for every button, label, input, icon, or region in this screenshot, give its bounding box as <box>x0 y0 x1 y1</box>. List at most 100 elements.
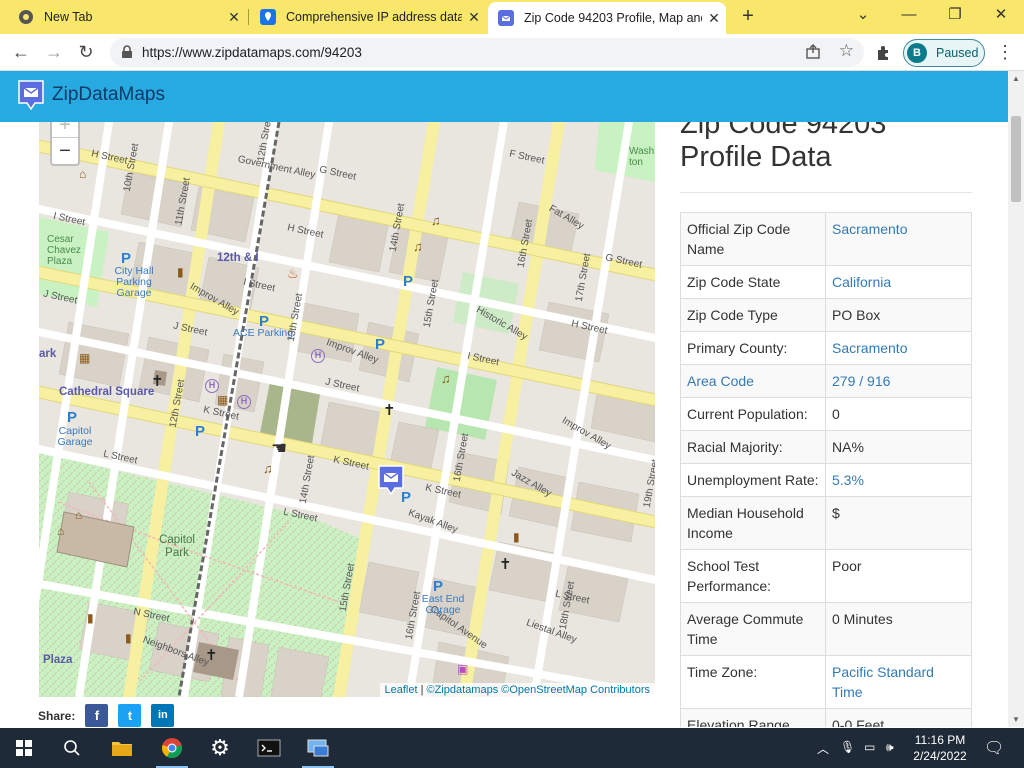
church-cross-icon: ✝ <box>383 402 396 419</box>
windows-start-icon[interactable] <box>0 728 48 768</box>
volume-icon[interactable]: 🕪 <box>886 740 894 755</box>
file-explorer-icon[interactable] <box>98 728 146 768</box>
minimize-icon[interactable]: — <box>886 0 932 34</box>
theatre-icon: ♫ <box>441 371 451 386</box>
zip-map[interactable]: Government Alley H Street H Street H Str… <box>39 122 655 697</box>
library-icon: ▮ <box>513 530 520 544</box>
cinema-icon: ▦ <box>217 393 229 407</box>
hotel-icon: H <box>205 379 219 393</box>
browser-tab-strip: New Tab ✕ Comprehensive IP address data,… <box>0 0 1024 34</box>
terminal-icon[interactable] <box>245 728 293 768</box>
profile-row-value: 0 Minutes <box>825 602 972 656</box>
microphone-icon[interactable]: 🎙 <box>840 740 855 754</box>
profile-row: Zip Code Type PO Box <box>680 298 972 332</box>
zipdatamaps-logo-icon[interactable] <box>17 78 45 110</box>
more-menu-icon[interactable]: ⋮ <box>996 42 1014 62</box>
scrollbar-thumb[interactable] <box>1011 116 1021 202</box>
close-tab-icon[interactable]: ✕ <box>222 9 246 26</box>
profile-row: Median Household Income $ <box>680 496 972 550</box>
address-bar[interactable]: https://www.zipdatamaps.com/94203 ☆ <box>110 38 864 67</box>
linkedin-share-button[interactable]: in <box>151 704 175 727</box>
reload-icon[interactable]: ↻ <box>73 40 99 66</box>
url-text[interactable]: https://www.zipdatamaps.com/94203 <box>142 45 362 60</box>
page-scrollbar[interactable]: ▲ ▼ <box>1008 71 1024 727</box>
scroll-down-arrow-icon[interactable]: ▼ <box>1012 715 1020 724</box>
close-window-icon[interactable]: ✕ <box>978 0 1024 34</box>
church-cross-icon: ✝ <box>499 556 512 573</box>
lock-icon[interactable] <box>120 45 134 59</box>
taskbar-clock[interactable]: 11:16 PM 2/24/2022 <box>900 732 980 764</box>
close-tab-icon[interactable]: ✕ <box>702 10 726 27</box>
tab-search-chevron-icon[interactable]: ⌄ <box>840 0 886 34</box>
profile-row-key[interactable]: Area Code <box>680 364 826 398</box>
profile-row-key: Racial Majority: <box>680 430 826 464</box>
settings-gear-icon[interactable]: ⚙ <box>196 728 244 768</box>
site-brand[interactable]: ZipDataMaps <box>52 84 165 106</box>
parking-label: East End Garage <box>421 593 465 616</box>
theatre-icon: ♫ <box>431 213 441 228</box>
church-cross-icon: ✝ <box>151 373 164 390</box>
profile-row-key: Elevation Range <box>680 708 826 727</box>
profile-row-key: Primary County: <box>680 331 826 365</box>
zoom-in-button[interactable]: + <box>52 122 78 138</box>
tab-zip-profile[interactable]: Zip Code 94203 Profile, Map and ✕ <box>488 2 726 34</box>
tab-separator <box>248 9 249 25</box>
profile-row: Zip Code State California <box>680 265 972 299</box>
parking-label: Capitol Garage <box>57 425 93 448</box>
hotel-icon: H <box>237 395 251 409</box>
profile-row-value[interactable]: 279 / 916 <box>825 364 972 398</box>
extensions-puzzle-icon[interactable] <box>874 43 894 63</box>
bookmark-star-icon[interactable]: ☆ <box>839 41 854 61</box>
profile-row-value[interactable]: 5.3% <box>825 463 972 497</box>
parking-icon: P <box>403 273 414 290</box>
profile-row-value[interactable]: Sacramento <box>825 331 972 365</box>
tab-new-tab[interactable]: New Tab ✕ <box>8 0 246 34</box>
profile-row-value[interactable]: Sacramento <box>825 212 972 266</box>
search-icon[interactable] <box>48 728 96 768</box>
zoom-out-button[interactable]: − <box>52 138 78 164</box>
restore-icon[interactable]: ❐ <box>932 0 978 34</box>
profile-row-value: 0-0 Feet <box>825 708 972 727</box>
fire-station-icon: ♨ <box>287 266 299 281</box>
profile-row-value[interactable]: California <box>825 265 972 299</box>
new-tab-button[interactable]: + <box>736 5 760 29</box>
notifications-icon[interactable]: 🗨 <box>984 738 1004 758</box>
tab-title: Comprehensive IP address data, IP <box>286 10 462 24</box>
share-page-icon[interactable] <box>804 43 822 61</box>
church-cross-icon: ✝ <box>205 647 218 664</box>
facebook-share-button[interactable]: f <box>85 704 109 727</box>
remote-desktop-icon[interactable] <box>294 728 342 768</box>
back-arrow-icon[interactable]: ← <box>8 40 34 66</box>
profile-row: Average Commute Time 0 Minutes <box>680 602 972 656</box>
attribution-separator: | <box>417 684 427 696</box>
parking-label: City Hall Parking Garage <box>114 265 154 299</box>
profile-row-value[interactable]: Pacific Standard Time <box>825 655 972 709</box>
tray-chevron-up-icon[interactable]: ︿ <box>817 740 829 757</box>
profile-status: Paused <box>936 46 979 60</box>
network-icon[interactable]: ▭ <box>864 740 875 754</box>
zoom-control: + − <box>50 122 80 166</box>
tab-ip-data[interactable]: Comprehensive IP address data, IP ✕ <box>250 0 486 34</box>
place-label: Plaza <box>43 654 73 666</box>
hand-cursor-icon: ☚ <box>271 438 288 458</box>
scroll-up-arrow-icon[interactable]: ▲ <box>1012 74 1020 83</box>
zip-location-marker-icon[interactable] <box>377 463 405 495</box>
chrome-taskbar-icon[interactable] <box>148 728 196 768</box>
profile-row: Primary County: Sacramento <box>680 331 972 365</box>
theatre-icon: ♫ <box>263 461 273 476</box>
twitter-share-button[interactable]: t <box>118 704 142 727</box>
leaflet-link[interactable]: Leaflet <box>385 684 418 696</box>
profile-data-table: Official Zip Code Name Sacramento Zip Code… <box>680 212 972 727</box>
parking-icon: P <box>259 313 270 330</box>
attribution-links[interactable]: ©Zipdatamaps ©OpenStreetMap Contributors <box>427 684 650 696</box>
forward-arrow-icon[interactable]: → <box>41 40 67 66</box>
parking-icon: P <box>67 409 78 426</box>
location-pin-icon <box>260 9 276 25</box>
share-row: Share: f t in <box>38 704 184 727</box>
monument-icon: ⌂ <box>57 524 65 538</box>
close-tab-icon[interactable]: ✕ <box>462 9 486 26</box>
tab-title: New Tab <box>44 10 93 24</box>
profile-row: Racial Majority: NA% <box>680 430 972 464</box>
profile-button[interactable]: B Paused <box>903 39 985 67</box>
zipdatamaps-icon <box>498 10 514 26</box>
